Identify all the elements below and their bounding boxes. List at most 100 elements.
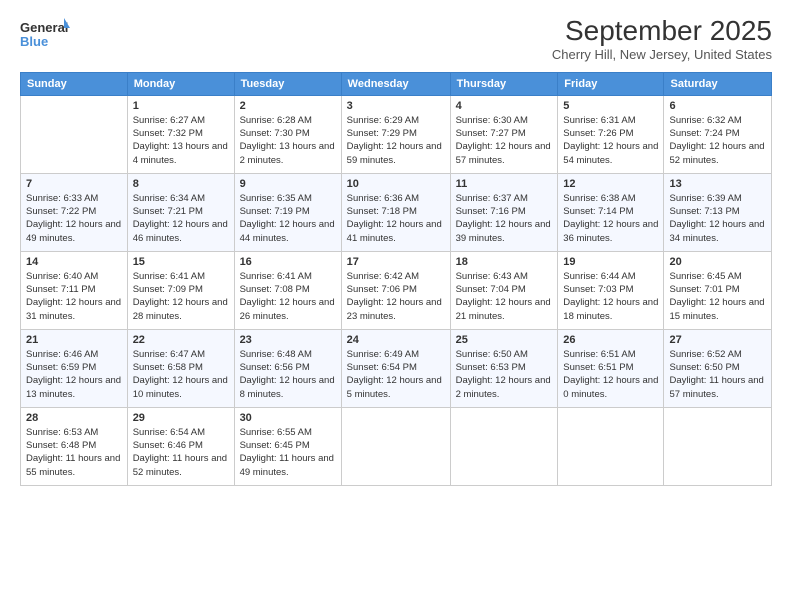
day-number: 1 xyxy=(133,100,229,112)
day-number: 11 xyxy=(456,178,553,190)
day-cell: 9 Sunrise: 6:35 AMSunset: 7:19 PMDayligh… xyxy=(234,173,341,251)
logo-svg: General Blue xyxy=(20,16,70,52)
day-info: Sunrise: 6:40 AMSunset: 7:11 PMDaylight:… xyxy=(26,270,122,323)
day-cell: 14 Sunrise: 6:40 AMSunset: 7:11 PMDaylig… xyxy=(21,251,128,329)
header: General Blue September 2025 Cherry Hill,… xyxy=(20,16,772,62)
day-number: 3 xyxy=(347,100,445,112)
day-info: Sunrise: 6:27 AMSunset: 7:32 PMDaylight:… xyxy=(133,114,229,167)
day-info: Sunrise: 6:34 AMSunset: 7:21 PMDaylight:… xyxy=(133,192,229,245)
column-header-thursday: Thursday xyxy=(450,72,558,95)
day-info: Sunrise: 6:48 AMSunset: 6:56 PMDaylight:… xyxy=(240,348,336,401)
svg-text:Blue: Blue xyxy=(20,34,48,49)
day-cell: 23 Sunrise: 6:48 AMSunset: 6:56 PMDaylig… xyxy=(234,329,341,407)
day-cell: 24 Sunrise: 6:49 AMSunset: 6:54 PMDaylig… xyxy=(341,329,450,407)
day-cell: 7 Sunrise: 6:33 AMSunset: 7:22 PMDayligh… xyxy=(21,173,128,251)
day-number: 30 xyxy=(240,412,336,424)
day-number: 23 xyxy=(240,334,336,346)
day-cell: 11 Sunrise: 6:37 AMSunset: 7:16 PMDaylig… xyxy=(450,173,558,251)
day-cell: 28 Sunrise: 6:53 AMSunset: 6:48 PMDaylig… xyxy=(21,407,128,485)
day-cell: 13 Sunrise: 6:39 AMSunset: 7:13 PMDaylig… xyxy=(664,173,772,251)
day-info: Sunrise: 6:42 AMSunset: 7:06 PMDaylight:… xyxy=(347,270,445,323)
day-cell xyxy=(341,407,450,485)
day-cell xyxy=(450,407,558,485)
day-number: 7 xyxy=(26,178,122,190)
day-cell: 1 Sunrise: 6:27 AMSunset: 7:32 PMDayligh… xyxy=(127,95,234,173)
day-number: 27 xyxy=(669,334,766,346)
day-number: 20 xyxy=(669,256,766,268)
day-info: Sunrise: 6:38 AMSunset: 7:14 PMDaylight:… xyxy=(563,192,658,245)
day-number: 10 xyxy=(347,178,445,190)
day-cell xyxy=(664,407,772,485)
day-number: 12 xyxy=(563,178,658,190)
day-cell: 2 Sunrise: 6:28 AMSunset: 7:30 PMDayligh… xyxy=(234,95,341,173)
day-info: Sunrise: 6:51 AMSunset: 6:51 PMDaylight:… xyxy=(563,348,658,401)
day-cell: 6 Sunrise: 6:32 AMSunset: 7:24 PMDayligh… xyxy=(664,95,772,173)
day-info: Sunrise: 6:49 AMSunset: 6:54 PMDaylight:… xyxy=(347,348,445,401)
week-row-4: 21 Sunrise: 6:46 AMSunset: 6:59 PMDaylig… xyxy=(21,329,772,407)
day-info: Sunrise: 6:36 AMSunset: 7:18 PMDaylight:… xyxy=(347,192,445,245)
day-number: 14 xyxy=(26,256,122,268)
day-cell: 10 Sunrise: 6:36 AMSunset: 7:18 PMDaylig… xyxy=(341,173,450,251)
day-cell: 27 Sunrise: 6:52 AMSunset: 6:50 PMDaylig… xyxy=(664,329,772,407)
column-header-saturday: Saturday xyxy=(664,72,772,95)
day-number: 13 xyxy=(669,178,766,190)
column-header-tuesday: Tuesday xyxy=(234,72,341,95)
page: General Blue September 2025 Cherry Hill,… xyxy=(0,0,792,612)
day-number: 16 xyxy=(240,256,336,268)
day-number: 6 xyxy=(669,100,766,112)
day-info: Sunrise: 6:47 AMSunset: 6:58 PMDaylight:… xyxy=(133,348,229,401)
day-cell: 18 Sunrise: 6:43 AMSunset: 7:04 PMDaylig… xyxy=(450,251,558,329)
day-cell: 25 Sunrise: 6:50 AMSunset: 6:53 PMDaylig… xyxy=(450,329,558,407)
day-cell: 5 Sunrise: 6:31 AMSunset: 7:26 PMDayligh… xyxy=(558,95,664,173)
day-info: Sunrise: 6:45 AMSunset: 7:01 PMDaylight:… xyxy=(669,270,766,323)
day-info: Sunrise: 6:52 AMSunset: 6:50 PMDaylight:… xyxy=(669,348,766,401)
day-cell: 29 Sunrise: 6:54 AMSunset: 6:46 PMDaylig… xyxy=(127,407,234,485)
day-info: Sunrise: 6:28 AMSunset: 7:30 PMDaylight:… xyxy=(240,114,336,167)
day-info: Sunrise: 6:39 AMSunset: 7:13 PMDaylight:… xyxy=(669,192,766,245)
day-info: Sunrise: 6:41 AMSunset: 7:09 PMDaylight:… xyxy=(133,270,229,323)
day-number: 2 xyxy=(240,100,336,112)
day-info: Sunrise: 6:46 AMSunset: 6:59 PMDaylight:… xyxy=(26,348,122,401)
day-cell: 22 Sunrise: 6:47 AMSunset: 6:58 PMDaylig… xyxy=(127,329,234,407)
day-cell: 17 Sunrise: 6:42 AMSunset: 7:06 PMDaylig… xyxy=(341,251,450,329)
day-cell: 12 Sunrise: 6:38 AMSunset: 7:14 PMDaylig… xyxy=(558,173,664,251)
day-number: 26 xyxy=(563,334,658,346)
title-block: September 2025 Cherry Hill, New Jersey, … xyxy=(552,16,772,62)
day-info: Sunrise: 6:35 AMSunset: 7:19 PMDaylight:… xyxy=(240,192,336,245)
day-info: Sunrise: 6:41 AMSunset: 7:08 PMDaylight:… xyxy=(240,270,336,323)
day-info: Sunrise: 6:53 AMSunset: 6:48 PMDaylight:… xyxy=(26,426,122,479)
week-row-2: 7 Sunrise: 6:33 AMSunset: 7:22 PMDayligh… xyxy=(21,173,772,251)
column-header-friday: Friday xyxy=(558,72,664,95)
calendar-header-row: SundayMondayTuesdayWednesdayThursdayFrid… xyxy=(21,72,772,95)
day-number: 5 xyxy=(563,100,658,112)
day-number: 28 xyxy=(26,412,122,424)
day-info: Sunrise: 6:31 AMSunset: 7:26 PMDaylight:… xyxy=(563,114,658,167)
day-number: 21 xyxy=(26,334,122,346)
day-number: 17 xyxy=(347,256,445,268)
week-row-3: 14 Sunrise: 6:40 AMSunset: 7:11 PMDaylig… xyxy=(21,251,772,329)
day-cell: 19 Sunrise: 6:44 AMSunset: 7:03 PMDaylig… xyxy=(558,251,664,329)
day-cell: 16 Sunrise: 6:41 AMSunset: 7:08 PMDaylig… xyxy=(234,251,341,329)
day-number: 22 xyxy=(133,334,229,346)
logo: General Blue xyxy=(20,16,70,52)
day-info: Sunrise: 6:55 AMSunset: 6:45 PMDaylight:… xyxy=(240,426,336,479)
day-cell: 3 Sunrise: 6:29 AMSunset: 7:29 PMDayligh… xyxy=(341,95,450,173)
day-cell: 30 Sunrise: 6:55 AMSunset: 6:45 PMDaylig… xyxy=(234,407,341,485)
day-number: 25 xyxy=(456,334,553,346)
day-info: Sunrise: 6:29 AMSunset: 7:29 PMDaylight:… xyxy=(347,114,445,167)
day-cell: 4 Sunrise: 6:30 AMSunset: 7:27 PMDayligh… xyxy=(450,95,558,173)
day-info: Sunrise: 6:37 AMSunset: 7:16 PMDaylight:… xyxy=(456,192,553,245)
column-header-wednesday: Wednesday xyxy=(341,72,450,95)
day-cell: 21 Sunrise: 6:46 AMSunset: 6:59 PMDaylig… xyxy=(21,329,128,407)
day-cell xyxy=(21,95,128,173)
day-cell xyxy=(558,407,664,485)
day-info: Sunrise: 6:43 AMSunset: 7:04 PMDaylight:… xyxy=(456,270,553,323)
column-header-sunday: Sunday xyxy=(21,72,128,95)
day-cell: 20 Sunrise: 6:45 AMSunset: 7:01 PMDaylig… xyxy=(664,251,772,329)
day-info: Sunrise: 6:44 AMSunset: 7:03 PMDaylight:… xyxy=(563,270,658,323)
day-cell: 15 Sunrise: 6:41 AMSunset: 7:09 PMDaylig… xyxy=(127,251,234,329)
week-row-5: 28 Sunrise: 6:53 AMSunset: 6:48 PMDaylig… xyxy=(21,407,772,485)
day-cell: 26 Sunrise: 6:51 AMSunset: 6:51 PMDaylig… xyxy=(558,329,664,407)
day-number: 19 xyxy=(563,256,658,268)
svg-text:General: General xyxy=(20,20,68,35)
